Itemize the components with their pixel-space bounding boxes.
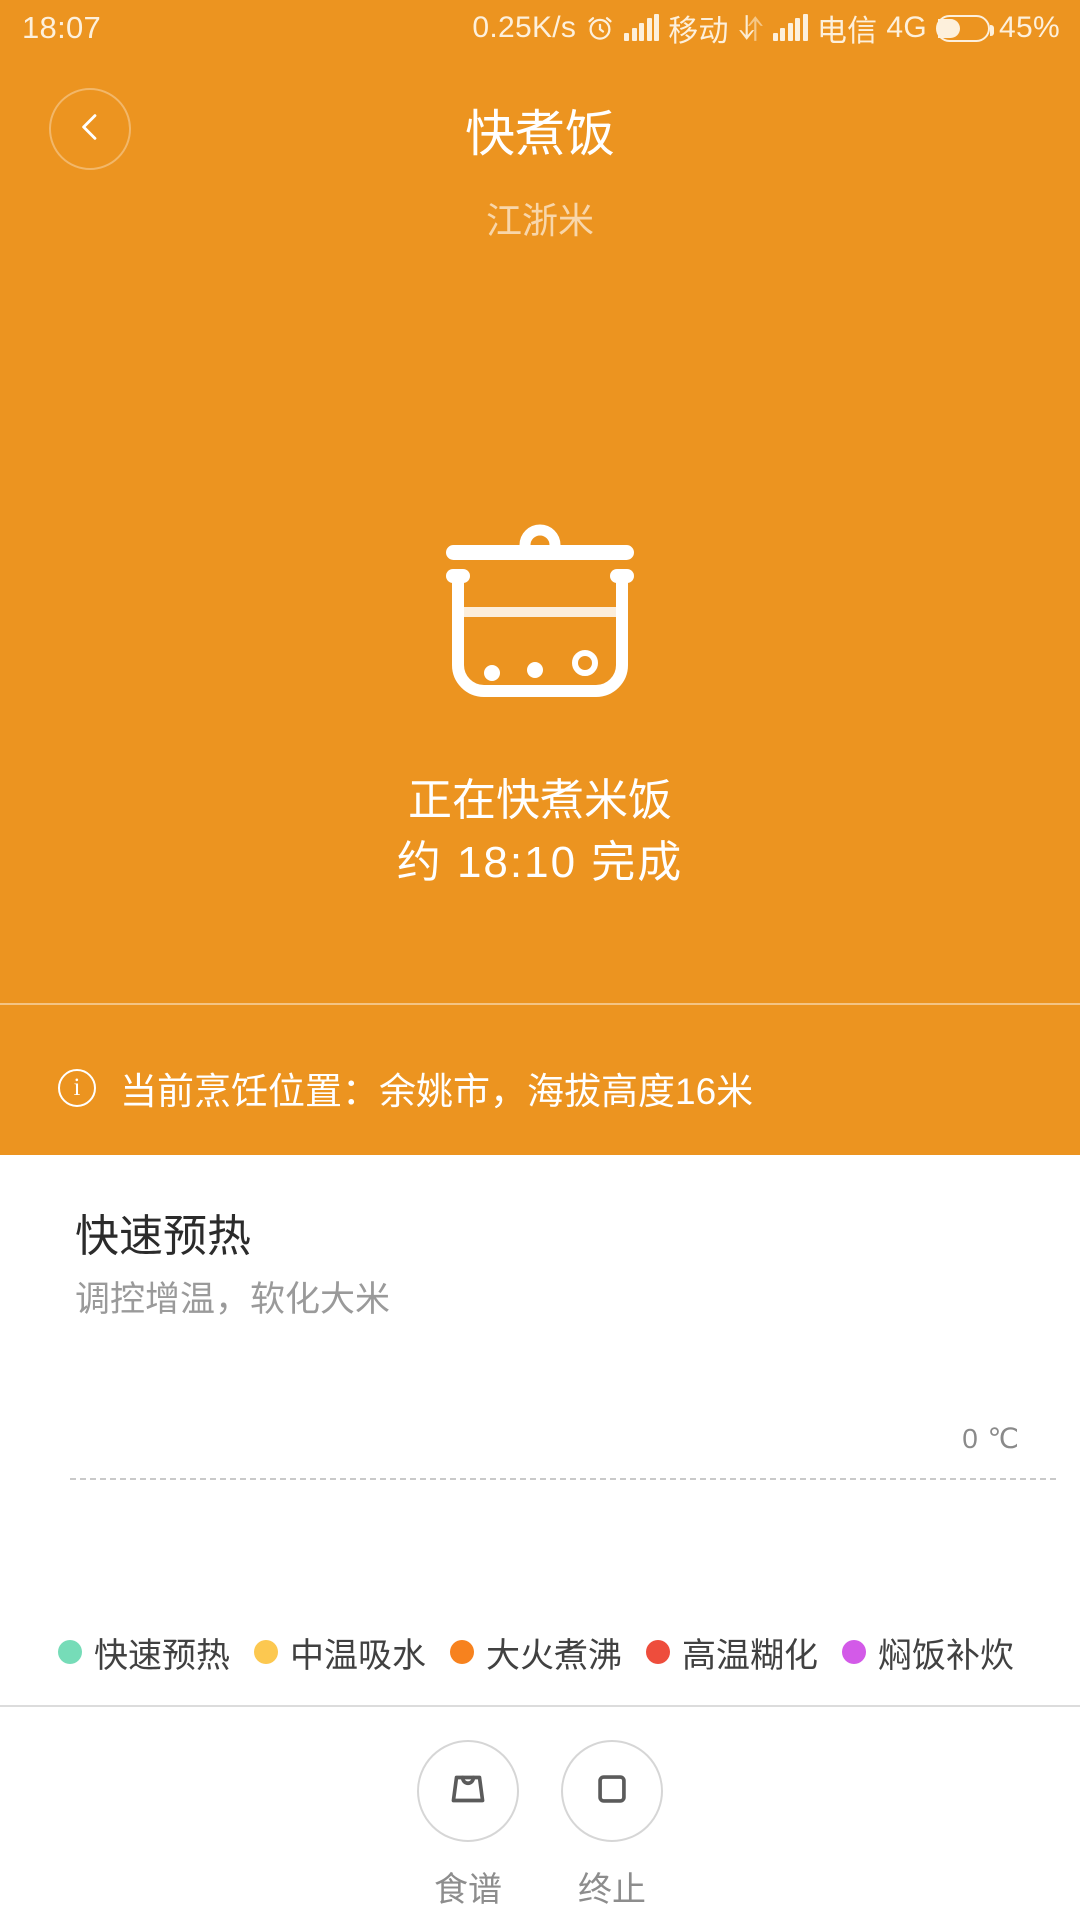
legend-dot-icon — [450, 1640, 474, 1664]
legend-label: 高温糊化 — [682, 1636, 818, 1675]
legend-dot-icon — [58, 1640, 82, 1664]
location-info-bar[interactable]: i 当前烹饪位置：余姚市，海拔高度16米 — [0, 1040, 1080, 1136]
bottom-separator — [0, 1705, 1080, 1707]
info-circle-icon: i — [58, 1069, 96, 1107]
bottom-action-bar: 食谱 终止 — [0, 1740, 1080, 1920]
battery-icon — [936, 14, 995, 42]
legend-item: 高温糊化 — [646, 1628, 818, 1677]
stop-square-icon — [590, 1767, 634, 1816]
legend-label: 快速预热 — [94, 1636, 230, 1675]
chart-axis-label: 0 ℃ — [962, 1423, 1020, 1454]
status-clock: 18:07 — [22, 10, 102, 45]
stage-name: 快速预热 — [75, 1212, 251, 1261]
status-bar: 18:07 0.25K/s 移动 电信 4G 45% — [0, 0, 1080, 56]
recipe-button[interactable]: 食谱 — [417, 1740, 519, 1920]
chart-baseline — [70, 1478, 1056, 1480]
stop-button-label: 终止 — [578, 1871, 646, 1909]
legend-item: 快速预热 — [58, 1628, 230, 1677]
legend-label: 焖饭补炊 — [878, 1636, 1014, 1675]
legend-dot-icon — [254, 1640, 278, 1664]
legend-item: 大火煮沸 — [450, 1628, 622, 1677]
current-stage-block: 快速预热 调控增温，软化大米 — [75, 1208, 390, 1328]
recipe-bag-icon — [445, 1766, 491, 1817]
status-bar-icons: 0.25K/s 移动 电信 4G 45% — [472, 6, 1060, 50]
network-type-text: 4G — [886, 11, 928, 44]
alarm-clock-icon — [585, 13, 615, 43]
legend-label: 大火煮沸 — [486, 1636, 622, 1675]
chart-legend: 快速预热 中温吸水 大火煮沸 高温糊化 焖饭补炊 — [0, 1622, 1080, 1682]
cooking-finish-line: 约 18:10 完成 — [396, 838, 684, 887]
network-speed-text: 0.25K/s — [472, 11, 577, 44]
legend-dot-icon — [646, 1640, 670, 1664]
legend-item: 焖饭补炊 — [842, 1628, 1014, 1677]
legend-dot-icon — [842, 1640, 866, 1664]
carrier-name-2: 电信 — [816, 15, 878, 48]
signal-bars-icon-1 — [624, 14, 660, 41]
legend-label: 中温吸水 — [290, 1636, 426, 1675]
signal-bars-icon-2 — [772, 14, 808, 41]
page-title: 快煮饭 — [465, 106, 615, 162]
stage-description: 调控增温，软化大米 — [75, 1280, 391, 1319]
stop-button[interactable]: 终止 — [561, 1740, 663, 1920]
location-info-text: 当前烹饪位置：余姚市，海拔高度16米 — [120, 1071, 754, 1112]
rice-cooker-icon — [420, 515, 660, 716]
info-divider — [0, 1003, 1080, 1005]
data-transfer-icon — [738, 14, 764, 42]
cooking-status-panel: 18:07 0.25K/s 移动 电信 4G 45% 快煮饭 江浙米 正在快煮米… — [0, 0, 1080, 1155]
temperature-chart: 0 ℃ — [0, 1340, 1080, 1600]
recipe-button-circle — [417, 1740, 519, 1842]
battery-percent-text: 45% — [999, 11, 1060, 44]
legend-item: 中温吸水 — [254, 1628, 426, 1677]
page-subtitle: 江浙米 — [485, 200, 594, 241]
recipe-button-label: 食谱 — [434, 1871, 502, 1909]
cooking-status-line: 正在快煮米饭 — [408, 776, 672, 825]
cooking-status-text: 正在快煮米饭 约 18:10 完成 — [0, 770, 1080, 894]
stop-button-circle — [561, 1740, 663, 1842]
carrier-name-1: 移动 — [668, 15, 729, 48]
